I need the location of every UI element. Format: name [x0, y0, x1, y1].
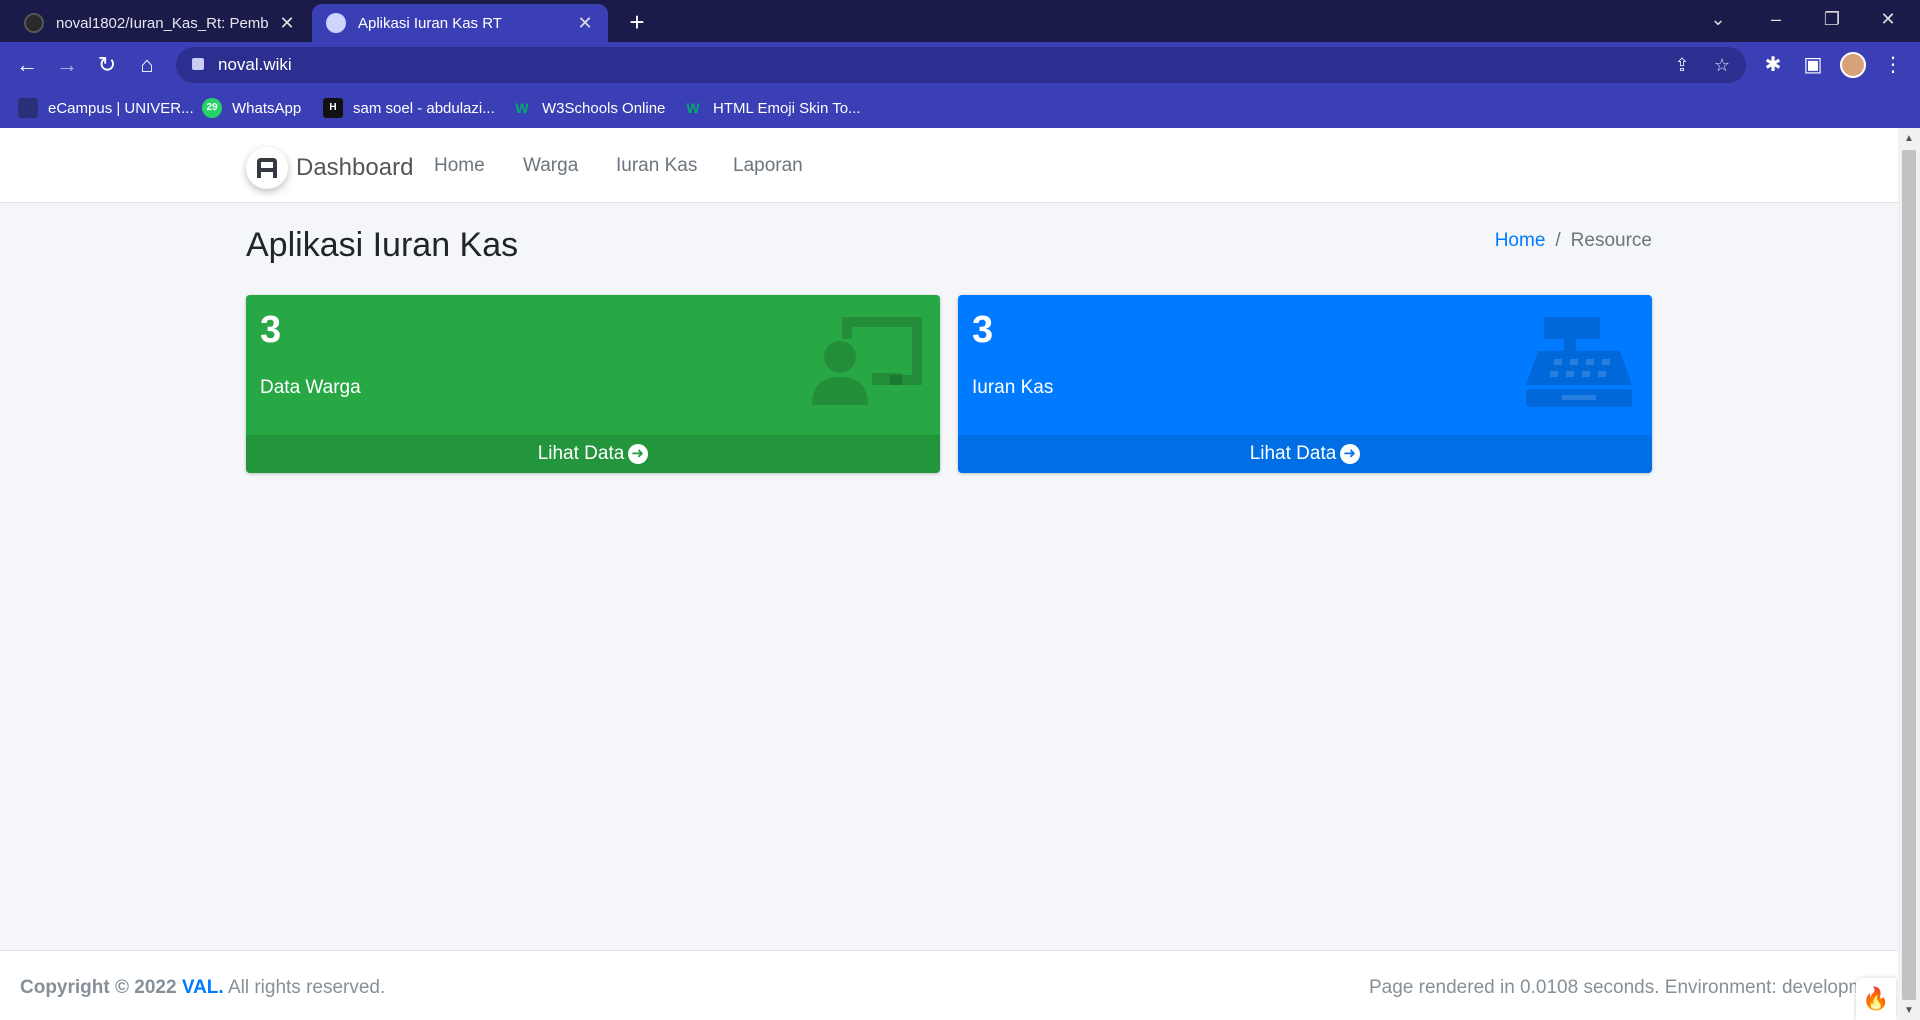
- bookmark-label: eCampus | UNIVER...: [48, 99, 194, 117]
- globe-icon: [326, 13, 346, 33]
- home-icon[interactable]: ⌂: [132, 50, 162, 80]
- nav-home[interactable]: Home: [434, 155, 485, 177]
- browser-tab-bar: noval1802/Iuran_Kas_Rt: Pembay ✕ Aplikas…: [0, 0, 1920, 42]
- arrow-circle-right-icon: [628, 435, 649, 473]
- nav-warga[interactable]: Warga: [523, 155, 578, 177]
- scroll-up-icon[interactable]: ▲: [1898, 130, 1920, 148]
- breadcrumb: Home / Resource: [1495, 230, 1652, 252]
- bookmark-html-emoji[interactable]: W HTML Emoji Skin To...: [683, 96, 861, 120]
- close-window-icon[interactable]: ✕: [1866, 4, 1910, 34]
- address-bar: ← → ↻ ⌂ noval.wiki ⇪ ☆ ✱ ▣ ⋮: [0, 42, 1920, 88]
- github-icon: [24, 13, 44, 33]
- chalkboard-teacher-icon: [812, 317, 922, 405]
- url-text: noval.wiki: [218, 55, 292, 74]
- breadcrumb-current: Resource: [1570, 230, 1652, 251]
- lihat-data-iuran-link[interactable]: Lihat Data: [958, 435, 1652, 473]
- breadcrumb-separator: /: [1555, 230, 1561, 251]
- footer-label: Lihat Data: [537, 443, 625, 464]
- bookmark-label: HTML Emoji Skin To...: [713, 99, 861, 117]
- breadcrumb-home[interactable]: Home: [1495, 230, 1546, 252]
- debug-toolbar-flame-icon[interactable]: 🔥: [1856, 978, 1896, 1020]
- iuran-kas-card: 3 Iuran Kas Lihat Data: [958, 295, 1652, 473]
- browser-tab-github[interactable]: noval1802/Iuran_Kas_Rt: Pembay ✕: [10, 4, 310, 42]
- back-icon[interactable]: ←: [12, 50, 42, 80]
- bookmark-star-icon[interactable]: ☆: [1710, 53, 1734, 77]
- scroll-down-icon[interactable]: ▼: [1898, 1002, 1920, 1020]
- main-navbar: Dashboard Home Warga Iuran Kas Laporan: [0, 128, 1898, 203]
- minimize-icon[interactable]: –: [1754, 4, 1798, 34]
- w3schools-icon: W: [515, 100, 529, 116]
- card-label: Data Warga: [260, 377, 361, 398]
- close-tab-icon[interactable]: ✕: [576, 13, 594, 34]
- card-count: 3: [972, 309, 994, 351]
- side-panel-icon[interactable]: ▣: [1798, 50, 1828, 80]
- brand-logo: [246, 147, 288, 189]
- whatsapp-icon: 29: [202, 98, 222, 118]
- close-tab-icon[interactable]: ✕: [278, 13, 296, 34]
- tab-search-icon[interactable]: ⌄: [1696, 4, 1740, 34]
- scrollbar-thumb[interactable]: [1902, 150, 1916, 1000]
- share-icon[interactable]: ⇪: [1670, 53, 1694, 77]
- browser-tab-active[interactable]: Aplikasi Iuran Kas RT ✕: [312, 4, 608, 42]
- restore-icon[interactable]: ❐: [1810, 4, 1854, 34]
- bookmark-w3schools[interactable]: W W3Schools Online: [512, 96, 665, 120]
- card-count: 3: [260, 309, 282, 351]
- reload-icon[interactable]: ↻: [92, 50, 122, 80]
- rights-text: All rights reserved.: [227, 977, 386, 998]
- copyright-text: Copyright © 2022: [20, 977, 177, 998]
- bookmark-sam-soel[interactable]: H sam soel - abdulazi...: [323, 96, 495, 120]
- bookmark-label: WhatsApp: [232, 99, 302, 117]
- cash-register-icon: [1526, 317, 1632, 407]
- bookmark-label: W3Schools Online: [542, 99, 666, 117]
- footer-label: Lihat Data: [1249, 443, 1337, 464]
- bookmark-label: sam soel - abdulazi...: [353, 99, 495, 117]
- nav-laporan[interactable]: Laporan: [733, 155, 803, 177]
- page-footer: Copyright © 2022 VAL. All rights reserve…: [0, 950, 1898, 1020]
- lock-icon: [192, 58, 204, 70]
- copyright: Copyright © 2022 VAL. All rights reserve…: [20, 977, 385, 999]
- card-label: Iuran Kas: [972, 377, 1054, 398]
- tab-title: noval1802/Iuran_Kas_Rt: Pembay: [56, 14, 268, 32]
- url-input[interactable]: noval.wiki ⇪ ☆: [176, 47, 1746, 83]
- menu-icon[interactable]: ⋮: [1878, 50, 1908, 80]
- arrow-circle-right-icon: [1340, 435, 1361, 473]
- bookmark-whatsapp[interactable]: 29 WhatsApp: [202, 96, 301, 120]
- ecampus-icon: [18, 98, 38, 118]
- w3schools-icon: W: [686, 100, 700, 116]
- profile-avatar[interactable]: [1840, 52, 1866, 78]
- page-title: Aplikasi Iuran Kas: [246, 226, 519, 264]
- bookmark-ecampus[interactable]: eCampus | UNIVER...: [18, 96, 194, 120]
- forward-icon[interactable]: →: [52, 50, 82, 80]
- new-tab-button[interactable]: +: [622, 8, 652, 38]
- render-time: Page rendered in 0.0108 seconds. Environ…: [1369, 977, 1875, 998]
- extensions-icon[interactable]: ✱: [1758, 50, 1788, 80]
- tab-title: Aplikasi Iuran Kas RT: [358, 14, 502, 32]
- brand-link[interactable]: Dashboard: [246, 147, 413, 189]
- scrollbar[interactable]: ▲ ▼: [1898, 128, 1920, 1020]
- bookmarks-bar: eCampus | UNIVER... 29 WhatsApp H sam so…: [0, 88, 1920, 128]
- footer-brand-link[interactable]: VAL.: [182, 977, 224, 998]
- brand-text: Dashboard: [296, 154, 414, 181]
- nav-iuran-kas[interactable]: Iuran Kas: [616, 155, 697, 177]
- hi-icon: H: [323, 98, 343, 118]
- lihat-data-warga-link[interactable]: Lihat Data: [246, 435, 940, 473]
- data-warga-card: 3 Data Warga Lihat Data: [246, 295, 940, 473]
